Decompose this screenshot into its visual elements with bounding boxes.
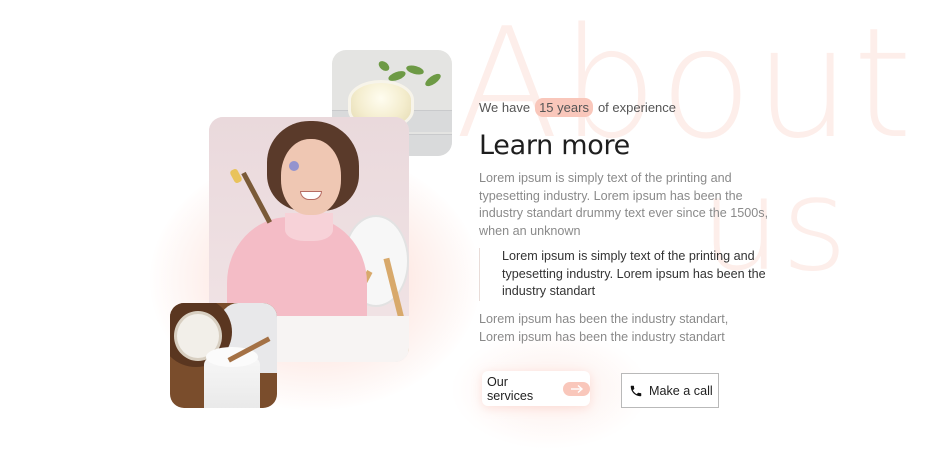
experience-prefix: We have [479, 100, 531, 115]
make-a-call-button[interactable]: Make a call [621, 373, 719, 408]
leaf [405, 63, 425, 77]
our-services-label: Our services [487, 374, 534, 403]
leaf [376, 59, 392, 73]
secondary-paragraph: Lorem ipsum has been the industry standa… [479, 312, 729, 344]
experience-suffix: of experience [597, 100, 677, 115]
section-heading: Learn more [479, 130, 630, 161]
phone-icon [629, 384, 643, 398]
quote-block: Lorem ipsum is simply text of the printi… [479, 248, 799, 301]
our-services-button[interactable]: Our services [482, 371, 590, 406]
experience-badge: 15 years [535, 98, 593, 117]
intro-paragraph: Lorem ipsum is simply text of the printi… [479, 171, 769, 238]
make-a-call-label: Make a call [649, 383, 713, 398]
arrow-right-icon [563, 381, 590, 396]
experience-line: We have 15 years of experience [479, 98, 676, 117]
leaf [423, 71, 443, 89]
coconut-oil-photo [170, 303, 277, 408]
leaf [387, 69, 407, 83]
face [281, 139, 341, 215]
